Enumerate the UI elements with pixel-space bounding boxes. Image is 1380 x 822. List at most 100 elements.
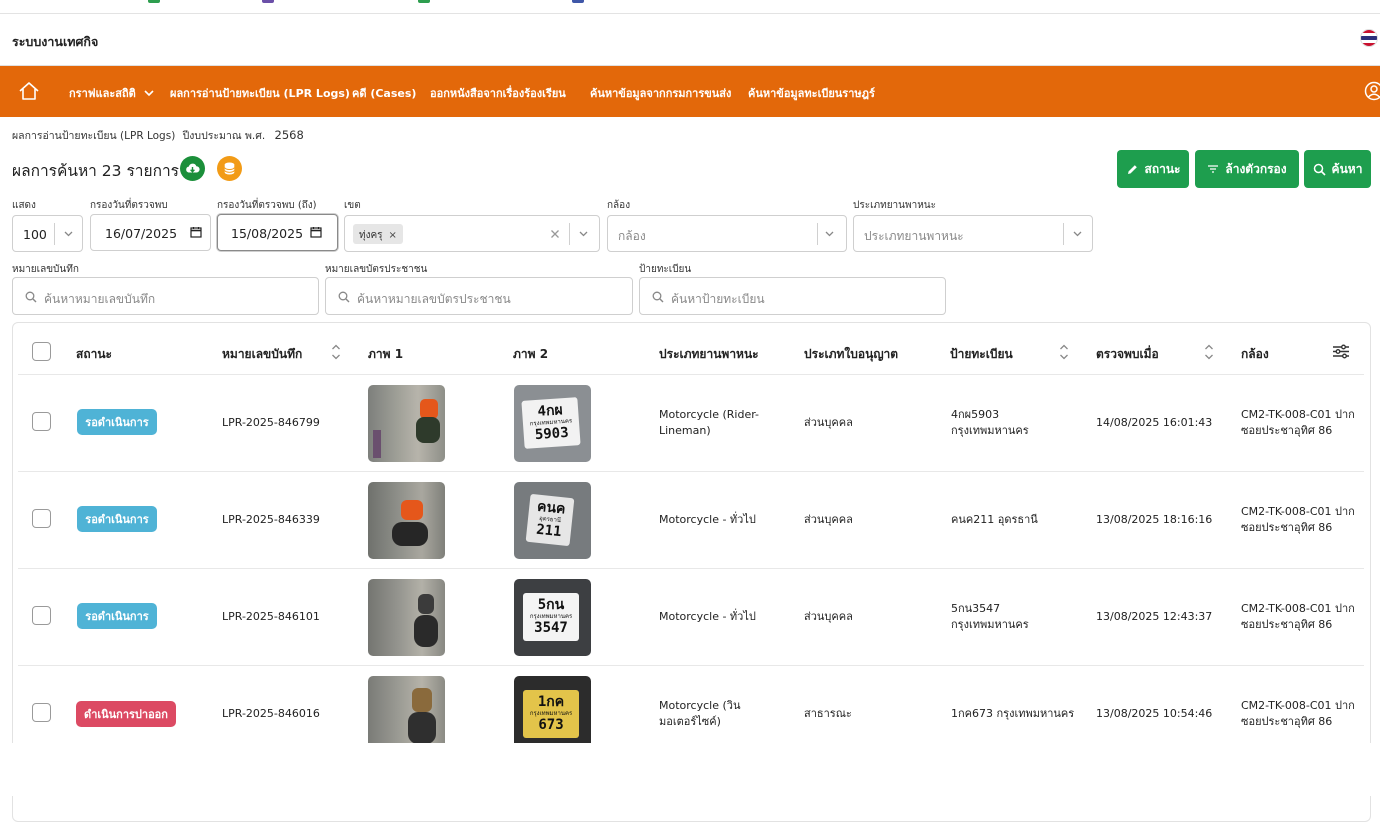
detected-at-cell: 13/08/2025 18:16:16 (1096, 512, 1212, 528)
license-type-cell: สาธารณะ (804, 706, 852, 722)
vehicle-photo-thumbnail[interactable] (368, 579, 445, 656)
row-checkbox[interactable] (32, 703, 51, 722)
calendar-icon (310, 226, 322, 238)
select-all-checkbox[interactable] (32, 342, 51, 361)
fiscal-year-label: ปีงบประมาณ พ.ศ. (183, 130, 266, 142)
search-button[interactable]: ค้นหา (1304, 150, 1371, 188)
clear-filters-label: ล้างตัวกรอง (1225, 160, 1286, 179)
citizen-id-search-input[interactable]: ค้นหาหมายเลขบัตรประชาชน (325, 277, 633, 315)
district-tag[interactable]: ทุ่งครุ× (353, 224, 403, 244)
plate-label: ป้ายทะเบียน (639, 262, 691, 277)
cloud-download-icon (185, 162, 200, 175)
record-no-placeholder: ค้นหาหมายเลขบันทึก (44, 290, 155, 309)
status-button[interactable]: สถานะ (1117, 150, 1189, 188)
district-select[interactable]: ทุ่งครุ× (344, 215, 600, 252)
download-button[interactable] (180, 156, 205, 181)
chevron-down-icon (144, 89, 154, 97)
district-label: เขต (344, 198, 361, 213)
plate-search-input[interactable]: ค้นหาป้ายทะเบียน (639, 277, 946, 315)
plate-photo-thumbnail[interactable]: 1กค กรุงเทพมหานคร 673 (514, 676, 591, 753)
header-detected-at[interactable]: ตรวจพบเมื่อ (1096, 345, 1159, 364)
database-button[interactable] (217, 156, 242, 181)
detected-at-cell: 13/08/2025 10:54:46 (1096, 706, 1212, 722)
plate-number: 673 (538, 718, 563, 733)
search-button-label: ค้นหา (1332, 160, 1363, 179)
page-size-value: 100 (23, 227, 47, 242)
row-checkbox[interactable] (32, 606, 51, 625)
header-record-no[interactable]: หมายเลขบันทึก (222, 345, 302, 364)
vehicle-photo-thumbnail[interactable] (368, 676, 445, 753)
nav-item-complaint-letters[interactable]: ออกหนังสือจากเรื่องร้องเรียน (430, 84, 566, 102)
header-plate[interactable]: ป้ายทะเบียน (950, 345, 1013, 364)
breadcrumb: ผลการอ่านป้ายทะเบียน (LPR Logs) ปีงบประม… (12, 127, 308, 144)
date-from-input[interactable]: 16/07/2025 (90, 214, 211, 251)
sort-icon[interactable] (1204, 342, 1214, 362)
detected-at-cell: 14/08/2025 16:01:43 (1096, 415, 1212, 431)
record-no-cell[interactable]: LPR-2025-846016 (222, 706, 320, 722)
sort-icon[interactable] (1059, 342, 1069, 362)
header-image-1: ภาพ 1 (368, 345, 403, 364)
chevron-down-icon (578, 228, 589, 239)
plate-photo-thumbnail[interactable]: 4กผ กรุงเทพมหานคร 5903 (514, 385, 591, 462)
camera-cell: CM2-TK-008-C01 ปากซอยประชาอุทิศ 86 (1241, 698, 1361, 730)
vehicle-type-cell: Motorcycle (วินมอเตอร์ไซค์) (659, 698, 764, 730)
search-icon (1313, 163, 1326, 176)
plate-photo-thumbnail[interactable]: 5กน กรุงเทพมหานคร 3547 (514, 579, 591, 656)
plate-text: 1กค (538, 695, 564, 710)
nav-item-dlt-search[interactable]: ค้นหาข้อมูลจากกรมการขนส่ง (590, 84, 731, 102)
search-icon (338, 291, 350, 303)
thai-flag-icon[interactable] (1361, 30, 1377, 46)
tag-remove-icon[interactable]: × (389, 230, 397, 241)
nav-item-charts[interactable]: กราฟและสถิติ (69, 84, 154, 102)
database-icon (224, 162, 235, 175)
record-no-search-input[interactable]: ค้นหาหมายเลขบันทึก (12, 277, 319, 315)
citizen-id-label: หมายเลขบัตรประชาชน (325, 262, 427, 277)
record-no-label: หมายเลขบันทึก (12, 262, 79, 277)
header-vehicle-type[interactable]: ประเภทยานพาหนะ (659, 345, 759, 364)
main-nav: กราฟและสถิติ ผลการอ่านป้ายทะเบียน (LPR L… (0, 66, 1380, 117)
row-checkbox[interactable] (32, 412, 51, 431)
chevron-down-icon (63, 228, 74, 239)
page-size-select[interactable]: 100 (12, 215, 83, 252)
vehicle-type-select[interactable]: ประเภทยานพาหนะ (853, 215, 1093, 252)
nav-item-registry-search[interactable]: ค้นหาข้อมูลทะเบียนราษฎร์ (748, 84, 875, 102)
plate-photo-thumbnail[interactable]: คนค อุดรธานี 211 (514, 482, 591, 559)
record-no-cell[interactable]: LPR-2025-846799 (222, 415, 320, 431)
plate-number: 3547 (534, 621, 568, 636)
sort-icon[interactable] (331, 342, 341, 362)
user-icon[interactable] (1364, 81, 1380, 101)
date-from-label: กรองวันที่ตรวจพบ (90, 198, 168, 213)
search-icon (652, 291, 664, 303)
license-type-cell: ส่วนบุคคล (804, 609, 853, 625)
date-to-input[interactable]: 15/08/2025 (217, 214, 338, 251)
clear-filters-button[interactable]: ล้างตัวกรอง (1195, 150, 1299, 188)
plate-cell: คนค211 อุดรธานี (951, 512, 1038, 528)
breadcrumb-page: ผลการอ่านป้ายทะเบียน (LPR Logs) (12, 130, 175, 142)
calendar-icon (190, 226, 202, 238)
camera-cell: CM2-TK-008-C01 ปากซอยประชาอุทิศ 86 (1241, 504, 1361, 536)
header-status[interactable]: สถานะ (76, 345, 112, 364)
vehicle-type-cell: Motorcycle - ทั่วไป (659, 609, 756, 625)
status-badge: รอดำเนินการ (77, 409, 157, 435)
camera-cell: CM2-TK-008-C01 ปากซอยประชาอุทิศ 86 (1241, 601, 1361, 633)
show-label: แสดง (12, 198, 36, 213)
vehicle-photo-thumbnail[interactable] (368, 385, 445, 462)
nav-item-cases[interactable]: คดี (Cases) (352, 84, 416, 102)
record-no-cell[interactable]: LPR-2025-846339 (222, 512, 320, 528)
clear-icon[interactable] (550, 229, 560, 239)
column-settings-icon[interactable] (1332, 344, 1350, 359)
header-license-type[interactable]: ประเภทใบอนุญาต (804, 345, 898, 364)
plate-cell: 4กผ5903 กรุงเทพมหานคร (951, 407, 1046, 439)
header-image-2: ภาพ 2 (513, 345, 548, 364)
row-checkbox[interactable] (32, 509, 51, 528)
date-from-value: 16/07/2025 (105, 226, 177, 241)
home-icon[interactable] (18, 81, 40, 101)
vehicle-type-cell: Motorcycle - ทั่วไป (659, 512, 756, 528)
nav-item-lpr-logs[interactable]: ผลการอ่านป้ายทะเบียน (LPR Logs) (170, 84, 350, 102)
record-no-cell[interactable]: LPR-2025-846101 (222, 609, 320, 625)
header-camera[interactable]: กล้อง (1241, 345, 1269, 364)
camera-select[interactable]: กล้อง (607, 215, 847, 252)
license-type-cell: ส่วนบุคคล (804, 512, 853, 528)
viewport-bottom (0, 743, 1380, 796)
vehicle-photo-thumbnail[interactable] (368, 482, 445, 559)
